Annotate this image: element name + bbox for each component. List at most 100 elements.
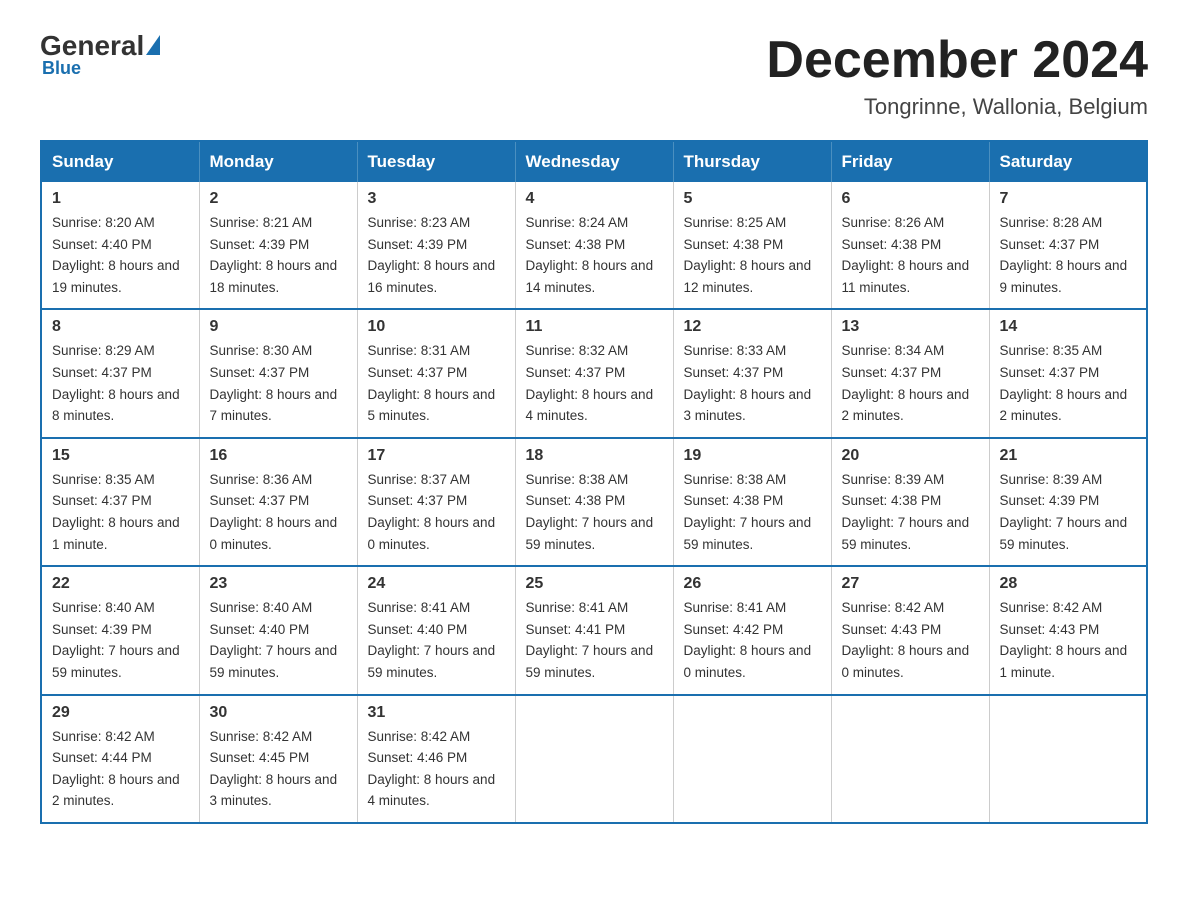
calendar-cell: 12 Sunrise: 8:33 AMSunset: 4:37 PMDaylig… xyxy=(673,309,831,437)
calendar-cell: 5 Sunrise: 8:25 AMSunset: 4:38 PMDayligh… xyxy=(673,182,831,309)
day-number: 3 xyxy=(368,190,505,208)
day-number: 21 xyxy=(1000,447,1137,465)
weekday-header-friday: Friday xyxy=(831,141,989,182)
page-header: General Blue December 2024 Tongrinne, Wa… xyxy=(40,30,1148,120)
day-info: Sunrise: 8:36 AMSunset: 4:37 PMDaylight:… xyxy=(210,469,347,555)
day-number: 20 xyxy=(842,447,979,465)
weekday-header-monday: Monday xyxy=(199,141,357,182)
calendar-cell: 1 Sunrise: 8:20 AMSunset: 4:40 PMDayligh… xyxy=(41,182,199,309)
day-info: Sunrise: 8:41 AMSunset: 4:40 PMDaylight:… xyxy=(368,597,505,683)
day-number: 4 xyxy=(526,190,663,208)
day-info: Sunrise: 8:29 AMSunset: 4:37 PMDaylight:… xyxy=(52,340,189,426)
weekday-header-thursday: Thursday xyxy=(673,141,831,182)
calendar-cell xyxy=(989,695,1147,823)
calendar-cell: 23 Sunrise: 8:40 AMSunset: 4:40 PMDaylig… xyxy=(199,566,357,694)
month-title: December 2024 xyxy=(766,30,1148,90)
day-info: Sunrise: 8:25 AMSunset: 4:38 PMDaylight:… xyxy=(684,212,821,298)
day-number: 29 xyxy=(52,704,189,722)
day-info: Sunrise: 8:40 AMSunset: 4:40 PMDaylight:… xyxy=(210,597,347,683)
day-number: 5 xyxy=(684,190,821,208)
day-info: Sunrise: 8:28 AMSunset: 4:37 PMDaylight:… xyxy=(1000,212,1137,298)
calendar-week-row: 29 Sunrise: 8:42 AMSunset: 4:44 PMDaylig… xyxy=(41,695,1147,823)
calendar-cell: 14 Sunrise: 8:35 AMSunset: 4:37 PMDaylig… xyxy=(989,309,1147,437)
day-info: Sunrise: 8:42 AMSunset: 4:44 PMDaylight:… xyxy=(52,726,189,812)
weekday-header-row: SundayMondayTuesdayWednesdayThursdayFrid… xyxy=(41,141,1147,182)
calendar-cell: 11 Sunrise: 8:32 AMSunset: 4:37 PMDaylig… xyxy=(515,309,673,437)
day-info: Sunrise: 8:37 AMSunset: 4:37 PMDaylight:… xyxy=(368,469,505,555)
day-number: 25 xyxy=(526,575,663,593)
day-number: 23 xyxy=(210,575,347,593)
day-info: Sunrise: 8:33 AMSunset: 4:37 PMDaylight:… xyxy=(684,340,821,426)
day-number: 17 xyxy=(368,447,505,465)
location-text: Tongrinne, Wallonia, Belgium xyxy=(766,94,1148,120)
logo-blue-label: Blue xyxy=(42,58,81,79)
day-info: Sunrise: 8:21 AMSunset: 4:39 PMDaylight:… xyxy=(210,212,347,298)
day-number: 16 xyxy=(210,447,347,465)
day-number: 12 xyxy=(684,318,821,336)
weekday-header-wednesday: Wednesday xyxy=(515,141,673,182)
day-number: 30 xyxy=(210,704,347,722)
calendar-cell: 25 Sunrise: 8:41 AMSunset: 4:41 PMDaylig… xyxy=(515,566,673,694)
calendar-cell: 31 Sunrise: 8:42 AMSunset: 4:46 PMDaylig… xyxy=(357,695,515,823)
day-info: Sunrise: 8:42 AMSunset: 4:43 PMDaylight:… xyxy=(842,597,979,683)
calendar-cell: 17 Sunrise: 8:37 AMSunset: 4:37 PMDaylig… xyxy=(357,438,515,566)
day-number: 13 xyxy=(842,318,979,336)
calendar-cell xyxy=(831,695,989,823)
day-info: Sunrise: 8:38 AMSunset: 4:38 PMDaylight:… xyxy=(684,469,821,555)
day-number: 14 xyxy=(1000,318,1137,336)
day-number: 11 xyxy=(526,318,663,336)
calendar-cell: 10 Sunrise: 8:31 AMSunset: 4:37 PMDaylig… xyxy=(357,309,515,437)
day-info: Sunrise: 8:32 AMSunset: 4:37 PMDaylight:… xyxy=(526,340,663,426)
day-number: 19 xyxy=(684,447,821,465)
day-number: 31 xyxy=(368,704,505,722)
calendar-cell: 24 Sunrise: 8:41 AMSunset: 4:40 PMDaylig… xyxy=(357,566,515,694)
day-info: Sunrise: 8:42 AMSunset: 4:45 PMDaylight:… xyxy=(210,726,347,812)
day-number: 6 xyxy=(842,190,979,208)
day-info: Sunrise: 8:39 AMSunset: 4:38 PMDaylight:… xyxy=(842,469,979,555)
calendar-cell: 3 Sunrise: 8:23 AMSunset: 4:39 PMDayligh… xyxy=(357,182,515,309)
calendar-week-row: 8 Sunrise: 8:29 AMSunset: 4:37 PMDayligh… xyxy=(41,309,1147,437)
logo: General Blue xyxy=(40,30,160,79)
day-number: 8 xyxy=(52,318,189,336)
day-number: 22 xyxy=(52,575,189,593)
day-number: 2 xyxy=(210,190,347,208)
day-number: 1 xyxy=(52,190,189,208)
day-number: 27 xyxy=(842,575,979,593)
calendar-week-row: 1 Sunrise: 8:20 AMSunset: 4:40 PMDayligh… xyxy=(41,182,1147,309)
calendar-cell: 27 Sunrise: 8:42 AMSunset: 4:43 PMDaylig… xyxy=(831,566,989,694)
day-number: 7 xyxy=(1000,190,1137,208)
calendar-cell: 19 Sunrise: 8:38 AMSunset: 4:38 PMDaylig… xyxy=(673,438,831,566)
title-block: December 2024 Tongrinne, Wallonia, Belgi… xyxy=(766,30,1148,120)
calendar-cell: 21 Sunrise: 8:39 AMSunset: 4:39 PMDaylig… xyxy=(989,438,1147,566)
day-number: 28 xyxy=(1000,575,1137,593)
weekday-header-sunday: Sunday xyxy=(41,141,199,182)
calendar-cell xyxy=(673,695,831,823)
day-info: Sunrise: 8:23 AMSunset: 4:39 PMDaylight:… xyxy=(368,212,505,298)
day-info: Sunrise: 8:35 AMSunset: 4:37 PMDaylight:… xyxy=(52,469,189,555)
calendar-cell: 26 Sunrise: 8:41 AMSunset: 4:42 PMDaylig… xyxy=(673,566,831,694)
day-number: 18 xyxy=(526,447,663,465)
day-info: Sunrise: 8:24 AMSunset: 4:38 PMDaylight:… xyxy=(526,212,663,298)
day-info: Sunrise: 8:26 AMSunset: 4:38 PMDaylight:… xyxy=(842,212,979,298)
day-number: 9 xyxy=(210,318,347,336)
day-info: Sunrise: 8:40 AMSunset: 4:39 PMDaylight:… xyxy=(52,597,189,683)
calendar-cell: 6 Sunrise: 8:26 AMSunset: 4:38 PMDayligh… xyxy=(831,182,989,309)
calendar-cell: 28 Sunrise: 8:42 AMSunset: 4:43 PMDaylig… xyxy=(989,566,1147,694)
calendar-cell: 30 Sunrise: 8:42 AMSunset: 4:45 PMDaylig… xyxy=(199,695,357,823)
day-info: Sunrise: 8:30 AMSunset: 4:37 PMDaylight:… xyxy=(210,340,347,426)
day-number: 24 xyxy=(368,575,505,593)
weekday-header-tuesday: Tuesday xyxy=(357,141,515,182)
day-info: Sunrise: 8:34 AMSunset: 4:37 PMDaylight:… xyxy=(842,340,979,426)
calendar-cell: 9 Sunrise: 8:30 AMSunset: 4:37 PMDayligh… xyxy=(199,309,357,437)
calendar-week-row: 15 Sunrise: 8:35 AMSunset: 4:37 PMDaylig… xyxy=(41,438,1147,566)
day-info: Sunrise: 8:31 AMSunset: 4:37 PMDaylight:… xyxy=(368,340,505,426)
calendar-cell: 29 Sunrise: 8:42 AMSunset: 4:44 PMDaylig… xyxy=(41,695,199,823)
calendar-week-row: 22 Sunrise: 8:40 AMSunset: 4:39 PMDaylig… xyxy=(41,566,1147,694)
day-number: 10 xyxy=(368,318,505,336)
weekday-header-saturday: Saturday xyxy=(989,141,1147,182)
day-info: Sunrise: 8:39 AMSunset: 4:39 PMDaylight:… xyxy=(1000,469,1137,555)
day-info: Sunrise: 8:41 AMSunset: 4:42 PMDaylight:… xyxy=(684,597,821,683)
day-info: Sunrise: 8:42 AMSunset: 4:43 PMDaylight:… xyxy=(1000,597,1137,683)
day-info: Sunrise: 8:42 AMSunset: 4:46 PMDaylight:… xyxy=(368,726,505,812)
day-number: 15 xyxy=(52,447,189,465)
